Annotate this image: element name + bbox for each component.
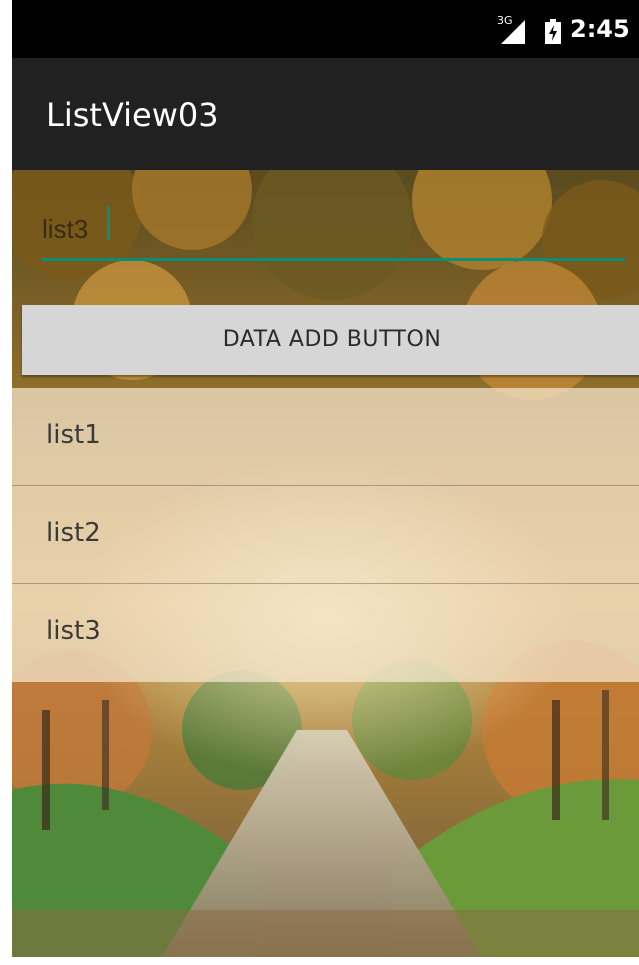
list-item[interactable]: list3 — [12, 584, 639, 681]
list-view[interactable]: list1 list2 list3 — [12, 388, 639, 682]
data-add-button[interactable]: DATA ADD BUTTON — [22, 305, 639, 375]
list-item-label: list2 — [46, 518, 101, 548]
signal-icon: 3G — [497, 14, 527, 44]
status-bar: 3G 2:45 — [12, 0, 639, 58]
device-screen: 3G 2:45 ListView03 list3 DATA ADD BUTTON… — [12, 0, 639, 957]
network-type-label: 3G — [497, 14, 513, 27]
battery-icon — [545, 19, 561, 44]
content-area: DATA ADD BUTTON list1 list2 list3 — [12, 170, 639, 957]
list-item-input[interactable] — [42, 200, 625, 261]
text-cursor — [107, 206, 110, 240]
status-time: 2:45 — [570, 15, 630, 43]
action-bar: ListView03 — [12, 58, 639, 170]
list-item-label: list3 — [46, 616, 101, 646]
list-item[interactable]: list1 — [12, 388, 639, 486]
list-item-label: list1 — [46, 420, 101, 450]
list-item[interactable]: list2 — [12, 486, 639, 584]
app-title: ListView03 — [46, 96, 219, 134]
